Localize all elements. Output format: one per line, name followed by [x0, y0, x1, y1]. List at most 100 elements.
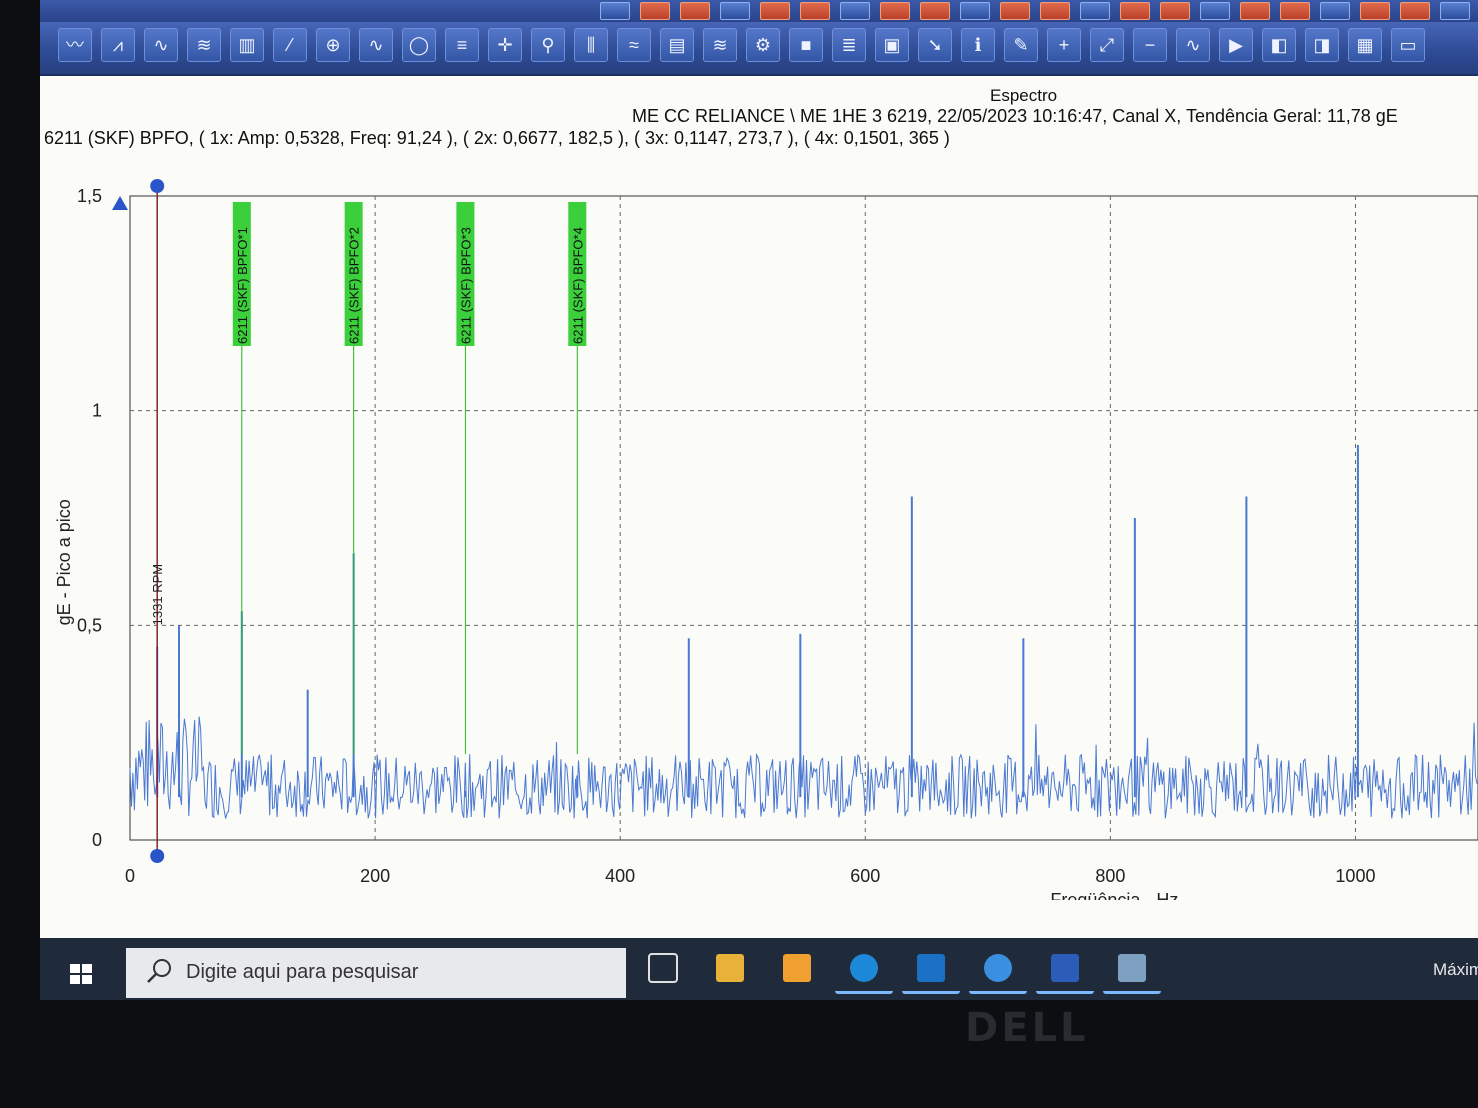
play-icon[interactable]: ▶	[1219, 28, 1253, 62]
analysis-app-icon[interactable]	[1103, 944, 1161, 994]
black-box-icon[interactable]: ■	[789, 28, 823, 62]
top-toolbar-button[interactable]	[640, 2, 670, 20]
top-toolbar-button[interactable]	[1360, 2, 1390, 20]
window-icon[interactable]: ▭	[1391, 28, 1425, 62]
search-placeholder: Digite aqui para pesquisar	[186, 961, 419, 983]
top-toolbar-button[interactable]	[920, 2, 950, 20]
top-toolbar-button[interactable]	[1040, 2, 1070, 20]
x-tick-label: 0	[125, 866, 135, 886]
trend-icon[interactable]: ⁄	[273, 28, 307, 62]
top-toolbar-button[interactable]	[840, 2, 870, 20]
top-toolbar-button[interactable]	[760, 2, 790, 20]
spectrum-icon[interactable]: ⩘	[101, 28, 135, 62]
y-tick-label: 0	[92, 830, 102, 850]
top-toolbar-button[interactable]	[1440, 2, 1470, 20]
x-tick-label: 600	[850, 866, 880, 886]
spectrum-chart[interactable]: 6211 (SKF) BPFO*1 6211 (SKF) BPFO*2 6211 (…	[40, 160, 1478, 900]
top-toolbar-button[interactable]	[1320, 2, 1350, 20]
layout-alt-icon-glyph: ◨	[1313, 35, 1331, 55]
envelope-icon-glyph: ∿	[368, 35, 384, 55]
cursor-icon[interactable]: ✛	[488, 28, 522, 62]
cursor-bottom-handle[interactable]	[150, 849, 165, 863]
zoom-icon-glyph: ⚲	[541, 35, 555, 55]
screen: Espectro ME CC RELIANCE \ ME 1HE 3 6219,…	[40, 0, 1478, 1000]
harmonic-icon[interactable]: ⫼	[574, 28, 608, 62]
top-toolbar-button[interactable]	[880, 2, 910, 20]
top-toolbar-button[interactable]	[1080, 2, 1110, 20]
edit-icon[interactable]: ✎	[1004, 28, 1038, 62]
start-button[interactable]	[52, 952, 112, 996]
book-icon[interactable]: ▣	[875, 28, 909, 62]
top-toolbar-button[interactable]	[600, 2, 630, 20]
outlook-icon[interactable]	[902, 944, 960, 994]
marker-icon[interactable]: ▤	[660, 28, 694, 62]
expand-icon[interactable]: ⤢	[1090, 28, 1124, 62]
dell-logo: DELL	[965, 1005, 1089, 1051]
bpfo-marker-label: 6211 (SKF) BPFO*4	[570, 227, 585, 344]
taskbar-search[interactable]: Digite aqui para pesquisar	[126, 948, 626, 998]
black-box-icon-glyph: ■	[800, 35, 812, 55]
bar-spectrum-icon[interactable]: ▥	[230, 28, 264, 62]
task-view-icon[interactable]	[634, 944, 692, 994]
layout-icon[interactable]: ◧	[1262, 28, 1296, 62]
export-icon[interactable]: ➘	[918, 28, 952, 62]
overlay-icon[interactable]: ≋	[703, 28, 737, 62]
sideband-icon-glyph: ≈	[629, 35, 639, 55]
filter-icon[interactable]: ≡	[445, 28, 479, 62]
y-tick-label: 1	[92, 401, 102, 421]
circle-icon[interactable]: ◯	[402, 28, 436, 62]
x-tick-label: 800	[1095, 866, 1125, 886]
peak-icon[interactable]: ∿	[1176, 28, 1210, 62]
window-icon-glyph: ▭	[1399, 35, 1417, 55]
waterfall-icon[interactable]: ≋	[187, 28, 221, 62]
bpfo-marker-label: 6211 (SKF) BPFO*1	[235, 227, 250, 344]
play-icon-glyph: ▶	[1229, 35, 1243, 55]
book-icon-glyph: ▣	[883, 35, 901, 55]
info-icon[interactable]: ℹ	[961, 28, 995, 62]
edge-icon[interactable]	[835, 944, 893, 994]
spectrum-icon-glyph: ⩘	[112, 35, 124, 55]
bpfo-marker-label: 6211 (SKF) BPFO*3	[458, 227, 473, 344]
tray-weather-text: Máxim	[1433, 960, 1478, 979]
internet-explorer-icon[interactable]	[969, 944, 1027, 994]
top-toolbar-button[interactable]	[1280, 2, 1310, 20]
zoom-icon[interactable]: ⚲	[531, 28, 565, 62]
list-icon[interactable]: ≣	[832, 28, 866, 62]
orbit-icon[interactable]: ⊕	[316, 28, 350, 62]
add-icon[interactable]: +	[1047, 28, 1081, 62]
cursor-top-handle[interactable]	[150, 179, 165, 193]
search-icon	[147, 959, 171, 983]
top-toolbar-button[interactable]	[720, 2, 750, 20]
circle-icon-glyph: ◯	[408, 35, 430, 55]
waveform-icon[interactable]: 〰	[58, 28, 92, 62]
outlook-icon-glyph	[917, 954, 945, 982]
peak-icon-glyph: ∿	[1185, 35, 1201, 55]
top-toolbar-button[interactable]	[1200, 2, 1230, 20]
grid-icon[interactable]: ▦	[1348, 28, 1382, 62]
sideband-icon[interactable]: ≈	[617, 28, 651, 62]
bpfo-summary: 6211 (SKF) BPFO, ( 1x: Amp: 0,5328, Freq…	[44, 128, 950, 148]
envelope-icon[interactable]: ∿	[359, 28, 393, 62]
file-explorer-icon[interactable]	[701, 944, 759, 994]
fluke-app-icon[interactable]	[768, 944, 826, 994]
edit-icon-glyph: ✎	[1013, 35, 1029, 55]
top-toolbar-button[interactable]	[1240, 2, 1270, 20]
minus-icon[interactable]: −	[1133, 28, 1167, 62]
windows-logo-icon	[70, 964, 92, 984]
top-toolbar-button[interactable]	[1160, 2, 1190, 20]
sine-icon[interactable]: ∿	[144, 28, 178, 62]
task-view-icon-glyph	[648, 953, 678, 983]
top-toolbar-button[interactable]	[1000, 2, 1030, 20]
top-toolbar-button[interactable]	[960, 2, 990, 20]
top-toolbar-button[interactable]	[1400, 2, 1430, 20]
word-icon[interactable]	[1036, 944, 1094, 994]
settings-icon[interactable]: ⚙	[746, 28, 780, 62]
cursor-rpm-label: 1331 RPM	[150, 564, 165, 625]
measurement-header: ME CC RELIANCE \ ME 1HE 3 6219, 22/05/20…	[632, 106, 1398, 126]
top-toolbar-button[interactable]	[1120, 2, 1150, 20]
layout-alt-icon[interactable]: ◨	[1305, 28, 1339, 62]
top-toolbar-button[interactable]	[680, 2, 710, 20]
top-toolbar-button[interactable]	[800, 2, 830, 20]
y-scale-arrow-icon[interactable]	[112, 196, 128, 210]
internet-explorer-icon-glyph	[984, 954, 1012, 982]
